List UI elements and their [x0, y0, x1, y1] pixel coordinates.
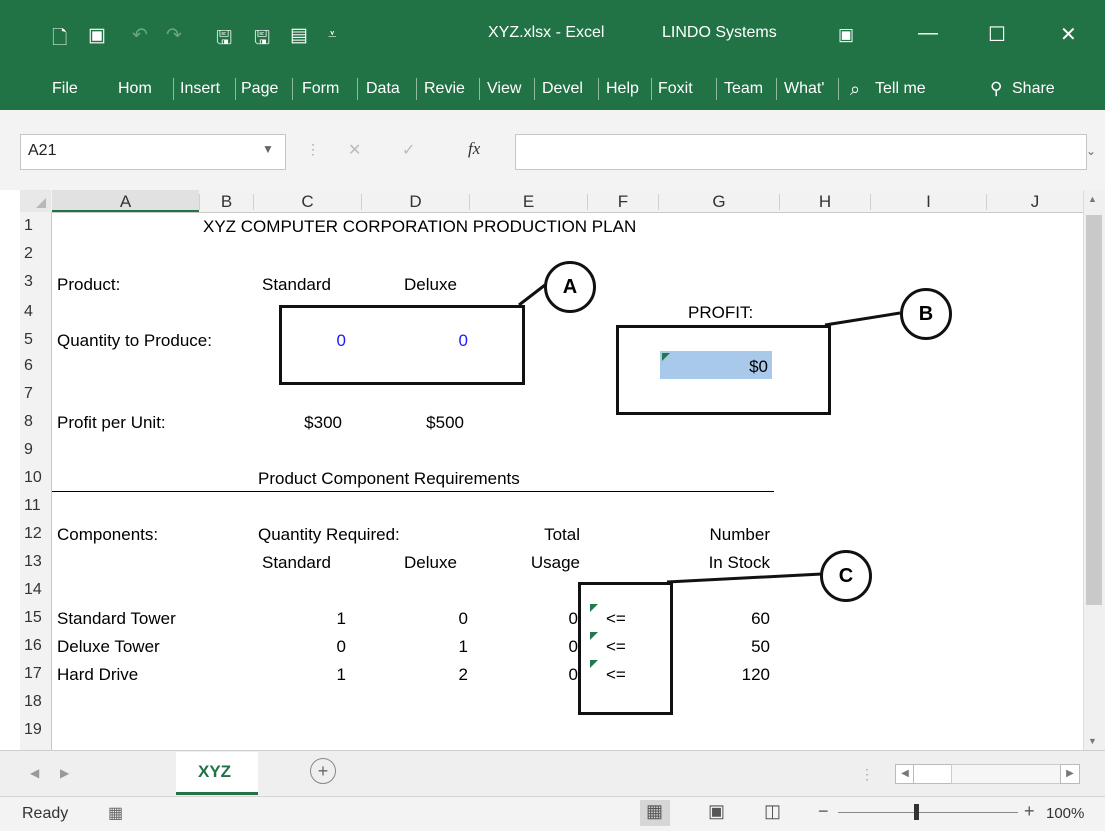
tab-scroll-right-icon[interactable]: ▶ — [60, 766, 69, 780]
status-bar — [0, 796, 1105, 831]
zoom-level[interactable]: 100% — [1046, 805, 1084, 822]
page-break-view-icon[interactable]: ◫ — [764, 801, 781, 822]
add-sheet-icon[interactable]: + — [310, 758, 336, 784]
tab-splitter-icon[interactable]: ⋮ — [860, 766, 874, 783]
callout-a: A — [544, 261, 596, 313]
scroll-up-icon[interactable]: ▲ — [1088, 194, 1097, 204]
scroll-down-icon[interactable]: ▼ — [1088, 736, 1097, 746]
vertical-scroll-thumb[interactable] — [1086, 215, 1102, 605]
callout-connectors — [518, 283, 901, 584]
hscroll-right-icon[interactable]: ▶ — [1060, 764, 1080, 784]
hscroll-left-icon[interactable]: ◀ — [895, 764, 915, 784]
zoom-out-icon[interactable]: − — [818, 801, 829, 822]
macro-recording-icon[interactable]: ▦ — [108, 803, 123, 823]
callout-c: C — [820, 550, 872, 602]
zoom-in-icon[interactable]: + — [1024, 801, 1035, 822]
horizontal-scroll-thumb[interactable] — [913, 764, 953, 784]
zoom-slider-track[interactable] — [838, 812, 1018, 813]
callout-b: B — [900, 288, 952, 340]
status-ready: Ready — [22, 805, 69, 822]
horizontal-scrollbar[interactable] — [951, 764, 1061, 784]
page-layout-view-icon[interactable]: ▣ — [708, 801, 725, 822]
sheet-tab-label: XYZ — [198, 762, 232, 781]
normal-view-icon: ▦ — [646, 801, 664, 821]
tab-scroll-left-icon[interactable]: ◀ — [30, 766, 39, 780]
zoom-slider-thumb[interactable] — [914, 804, 919, 820]
